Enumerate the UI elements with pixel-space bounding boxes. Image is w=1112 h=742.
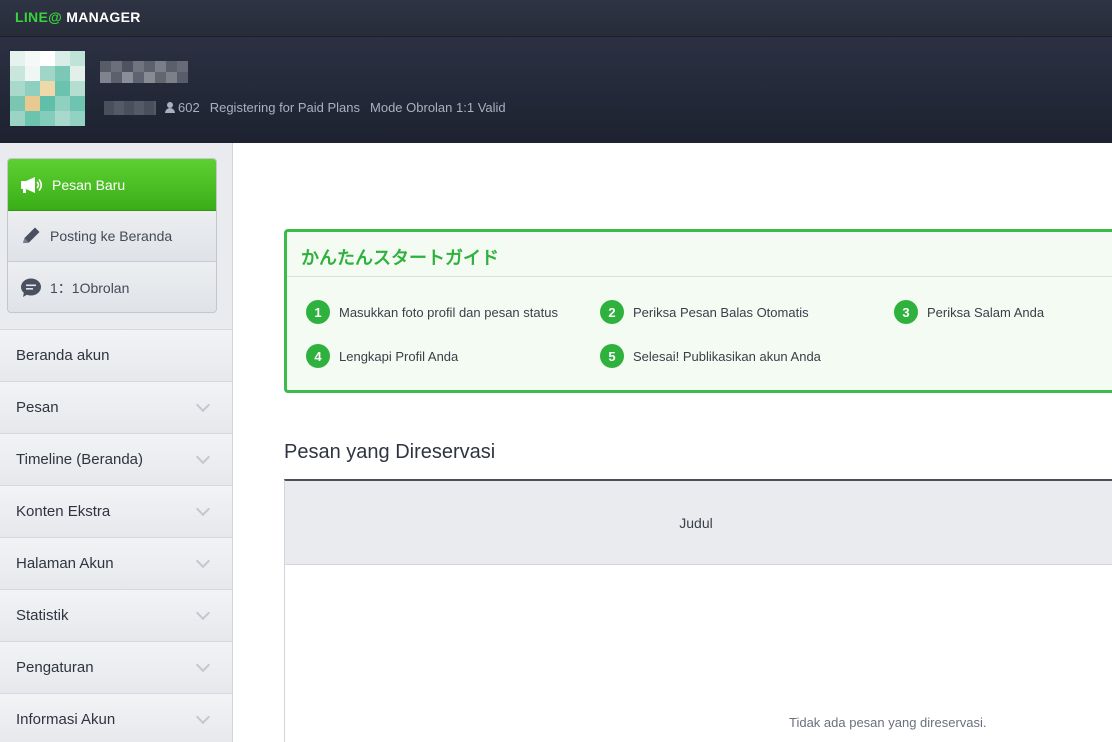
new-message-button[interactable]: Pesan Baru [8,159,216,211]
step-label: Periksa Salam Anda [927,304,1045,320]
post-to-home-button[interactable]: Posting ke Beranda [8,211,216,262]
chevron-down-icon [195,449,211,465]
step-number: 5 [600,344,624,368]
sidebar-item-statistics[interactable]: Statistik [0,589,232,641]
step-label: Selesai! Publikasikan akun Anda [633,348,821,364]
column-header-title: Judul [679,514,713,531]
step-number: 3 [894,300,918,324]
guide-step-4[interactable]: 4 Lengkapi Profil Anda [306,344,458,368]
one-on-one-chat-label: 1：1Obrolan [50,279,130,296]
top-bar: LINE@ MANAGER [0,0,1112,37]
empty-state-text: Tidak ada pesan yang direservasi. [789,715,987,730]
sidebar-item-label: Beranda akun [16,347,110,364]
chevron-down-icon [195,553,211,569]
one-on-one-chat-button[interactable]: 1：1Obrolan [8,262,216,312]
table-header: Judul [285,481,1112,565]
chevron-down-icon [195,397,211,413]
guide-step-5[interactable]: 5 Selesai! Publikasikan akun Anda [600,344,821,368]
chevron-down-icon [195,501,211,517]
sidebar-item-account-info[interactable]: Informasi Akun [0,693,232,742]
megaphone-icon [21,176,43,193]
account-meta: 602 Registering for Paid Plans Mode Obro… [165,100,506,115]
sidebar-nav: Beranda akun Pesan Timeline (Beranda) Ko… [0,329,232,742]
sidebar-item-label: Pesan [16,399,59,416]
step-label: Periksa Pesan Balas Otomatis [633,304,809,320]
pencil-icon [23,227,40,243]
chat-mode-status[interactable]: Mode Obrolan 1:1 Valid [370,100,506,115]
sidebar-item-label: Pengaturan [16,659,94,676]
sidebar-item-label: Statistik [16,607,69,624]
sidebar-item-label: Timeline (Beranda) [16,451,143,468]
brand-manager: MANAGER [62,9,141,25]
post-to-home-label: Posting ke Beranda [50,228,173,244]
brand-line: LINE@ [15,9,63,25]
chevron-down-icon [195,709,211,725]
account-id-redacted [104,101,156,115]
line-manager-logo[interactable]: LINE@ MANAGER [15,9,141,25]
person-icon [165,102,175,113]
step-label: Masukkan foto profil dan pesan status [339,304,558,320]
account-name-redacted [100,61,188,91]
guide-title: かんたんスタートガイド [301,248,499,268]
reserved-messages-table: Judul Tidak ada pesan yang direservasi. [284,479,1112,742]
sidebar-item-extra-content[interactable]: Konten Ekstra [0,485,232,537]
step-number: 1 [306,300,330,324]
guide-step-1[interactable]: 1 Masukkan foto profil dan pesan status [306,300,558,324]
quick-start-guide: かんたんスタートガイド 1 Masukkan foto profil dan p… [284,229,1112,393]
guide-step-2[interactable]: 2 Periksa Pesan Balas Otomatis [600,300,809,324]
sidebar-item-label: Halaman Akun [16,555,114,572]
new-message-label: Pesan Baru [52,176,126,193]
step-label: Lengkapi Profil Anda [339,348,459,364]
account-avatar[interactable] [10,51,85,126]
guide-step-3[interactable]: 3 Periksa Salam Anda [894,300,1044,324]
sidebar-item-messages[interactable]: Pesan [0,381,232,433]
chevron-down-icon [195,605,211,621]
sidebar-item-account-page[interactable]: Halaman Akun [0,537,232,589]
guide-divider [287,276,1112,277]
sidebar-item-settings[interactable]: Pengaturan [0,641,232,693]
chevron-down-icon [195,657,211,673]
reserved-messages-title: Pesan yang Direservasi [284,441,496,463]
friends-count: 602 [178,100,200,115]
step-number: 2 [600,300,624,324]
account-header: 602 Registering for Paid Plans Mode Obro… [0,37,1112,143]
sidebar-item-timeline[interactable]: Timeline (Beranda) [0,433,232,485]
chat-bubble-icon [21,278,41,297]
sidebar-item-label: Informasi Akun [16,711,116,728]
step-number: 4 [306,344,330,368]
plan-status[interactable]: Registering for Paid Plans [210,100,360,115]
quick-actions: Pesan Baru Posting ke Beranda 1：1Obrolan [7,158,217,313]
sidebar-item-label: Konten Ekstra [16,503,111,520]
sidebar-item-account-home[interactable]: Beranda akun [0,329,232,381]
sidebar: Pesan Baru Posting ke Beranda 1：1Obrolan… [0,143,233,742]
